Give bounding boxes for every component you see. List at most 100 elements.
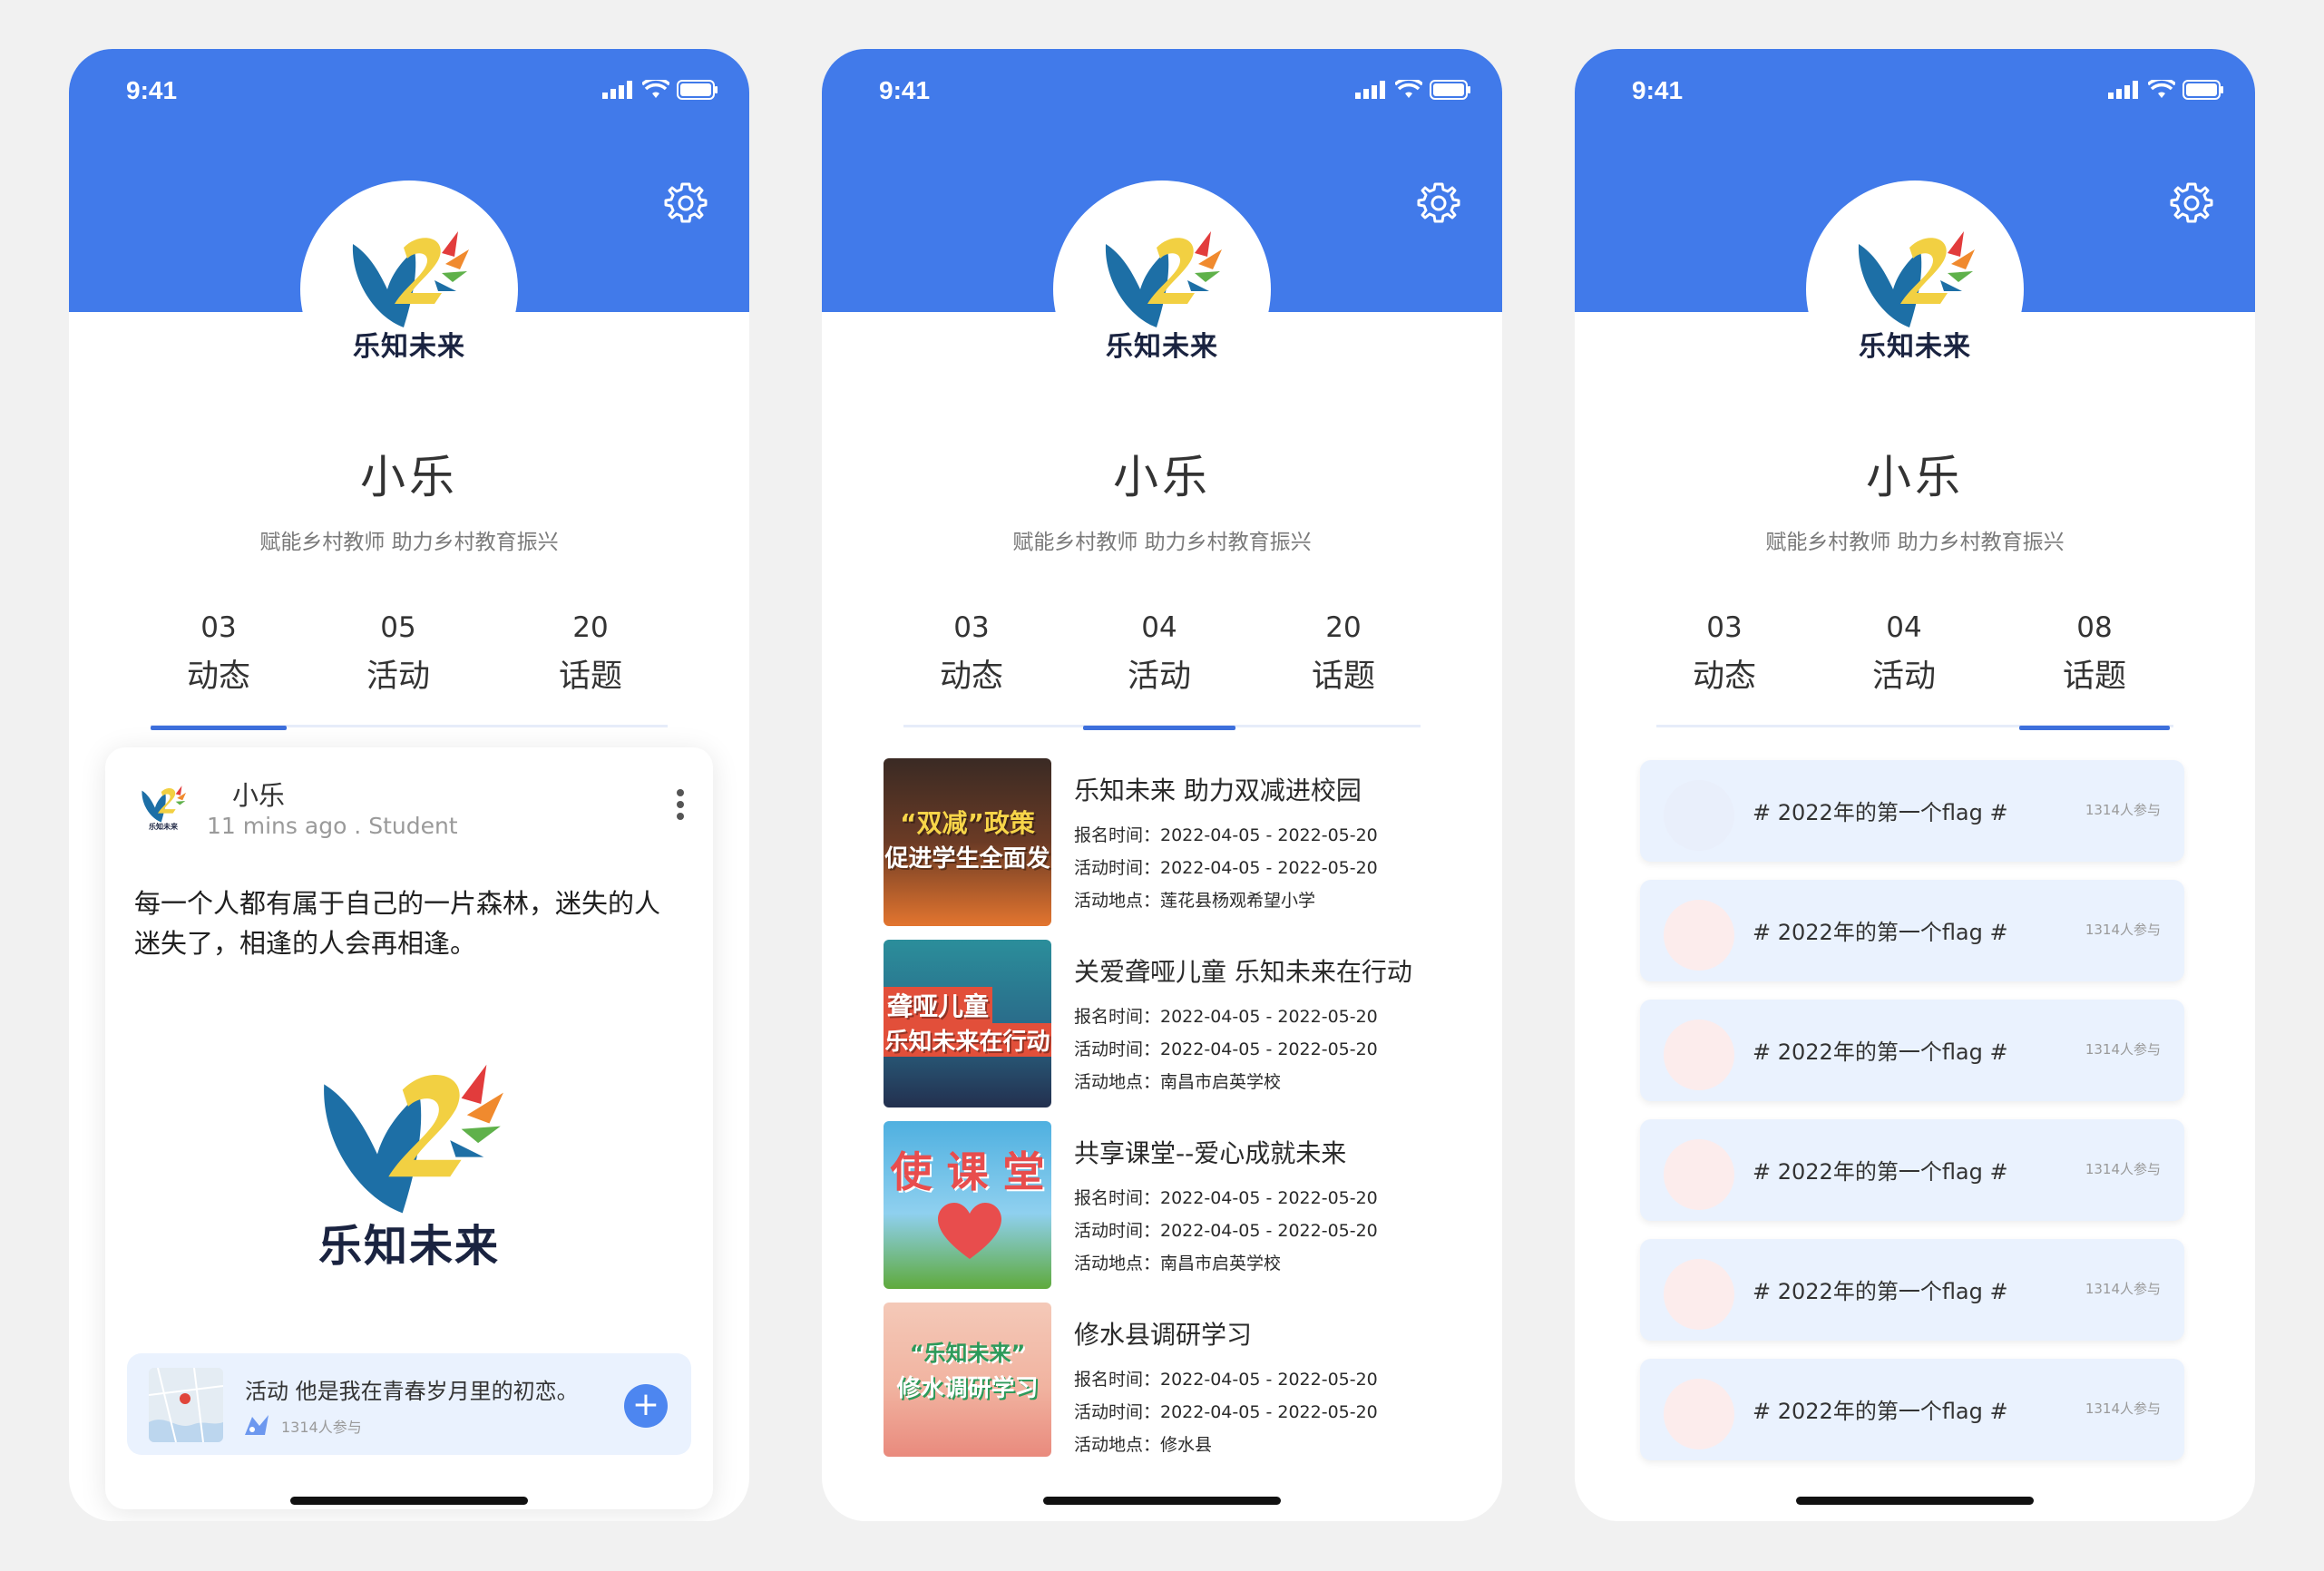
profile-tabs: 03 动态 04 活动 20 话题 — [903, 610, 1421, 730]
tab-posts-label: 动态 — [186, 659, 250, 695]
post-meta: 11 mins ago . Student — [207, 813, 458, 839]
more-options-icon[interactable] — [677, 789, 686, 825]
profile-motto: 赋能乡村教师 助力乡村教育振兴 — [1012, 531, 1312, 554]
activity-image-text: 使 课 堂 — [890, 1147, 1045, 1196]
topic-participants: 1314人参与 — [2085, 802, 2161, 818]
tab-topics-label: 话题 — [1311, 659, 1375, 695]
wifi-icon — [642, 80, 669, 98]
avatar[interactable]: 乐知未来 — [300, 181, 518, 398]
tab-active-underline — [2019, 726, 2170, 730]
signal-icon — [602, 81, 632, 99]
activity-title: 共享课堂--爱心成就未来 — [1074, 1138, 1347, 1168]
tab-posts-label: 动态 — [1692, 659, 1756, 695]
topic-item[interactable]: # 2022年的第一个flag # 1314人参与 — [1640, 1000, 2184, 1101]
add-button[interactable]: + — [624, 1384, 668, 1428]
battery-icon — [677, 80, 718, 100]
settings-gear-icon[interactable] — [2169, 181, 2214, 226]
topic-item[interactable]: # 2022年的第一个flag # 1314人参与 — [1640, 880, 2184, 981]
post-author-avatar[interactable]: 乐知未来 — [140, 784, 187, 831]
profile-name: 小乐 — [1866, 451, 1964, 503]
logo-mark-icon — [1858, 231, 1975, 327]
topic-item[interactable]: # 2022年的第一个flag # 1314人参与 — [1640, 760, 2184, 862]
tab-activities[interactable]: 04 活动 — [1083, 610, 1235, 730]
post-author-name: 小乐 — [232, 780, 286, 811]
tab-posts-count: 03 — [1706, 611, 1743, 644]
tab-topics[interactable]: 08 话题 — [2019, 610, 2170, 730]
tab-activities-label: 活动 — [1871, 659, 1936, 695]
status-time: 9:41 — [879, 76, 931, 104]
post-text: 每一个人都有属于自己的一片森林，迷失的人迷失了，相逢的人会再相逢。 — [134, 888, 661, 959]
topic-avatar — [1664, 1379, 1734, 1449]
logo-mark-icon — [1105, 231, 1222, 327]
activity-image: 使 课 堂 — [884, 1121, 1051, 1289]
post-card[interactable]: 乐知未来 小乐 11 mins ago . Student 每一个人都有属于自己… — [105, 747, 713, 1509]
tab-topics-count: 20 — [572, 611, 609, 644]
topic-avatar — [1664, 1020, 1734, 1090]
profile-motto: 赋能乡村教师 助力乡村教育振兴 — [1765, 531, 2065, 554]
activity-image-text: “乐知未来” — [909, 1341, 1026, 1366]
wifi-icon — [2148, 80, 2175, 98]
topic-participants: 1314人参与 — [2085, 922, 2161, 938]
topic-title: # 2022年的第一个flag # — [1753, 1159, 2008, 1185]
topic-item[interactable]: # 2022年的第一个flag # 1314人参与 — [1640, 1239, 2184, 1341]
activity-image-text: 聋哑儿童 — [884, 987, 992, 1023]
tab-posts-count: 03 — [200, 611, 237, 644]
topic-title: # 2022年的第一个flag # — [1753, 1039, 2008, 1065]
settings-gear-icon[interactable] — [1416, 181, 1461, 226]
tab-posts[interactable]: 03 动态 — [1656, 610, 1792, 702]
activity-image: 聋哑儿童 乐知未来在行动 — [884, 940, 1051, 1108]
logo-mark-icon — [142, 786, 187, 823]
tab-topics[interactable]: 20 话题 — [522, 610, 659, 702]
participant-count: 1314人参与 — [281, 1419, 362, 1436]
activity-time: 活动时间：2022-04-05 - 2022-05-20 — [1074, 1221, 1378, 1241]
tab-topics-label: 话题 — [2062, 659, 2126, 695]
activity-text: 活动 他是我在青春岁月里的初恋。 — [245, 1379, 579, 1404]
heart-icon — [938, 1203, 1001, 1259]
activity-signup-time: 报名时间：2022-04-05 - 2022-05-20 — [1074, 1188, 1378, 1208]
activity-place: 活动地点：南昌市启英学校 — [1074, 1254, 1282, 1273]
phone-screen-posts: 9:41 乐知未来 小乐 赋能乡村教师 助力乡村教育振兴 03 动态 05 活动 — [69, 49, 749, 1521]
activity-item[interactable]: “双减”政策 促进学生全面发 乐知未来 助力双减进校园 报名时间：2022-04… — [884, 758, 1446, 927]
activity-signup-time: 报名时间：2022-04-05 - 2022-05-20 — [1074, 1370, 1378, 1390]
avatar[interactable]: 乐知未来 — [1806, 181, 2024, 398]
status-time: 9:41 — [1632, 76, 1684, 104]
brand-name: 乐知未来 — [353, 331, 465, 363]
status-icons — [602, 80, 718, 100]
battery-icon — [1430, 80, 1470, 100]
topic-title: # 2022年的第一个flag # — [1753, 920, 2008, 945]
topic-item[interactable]: # 2022年的第一个flag # 1314人参与 — [1640, 1359, 2184, 1460]
avatar[interactable]: 乐知未来 — [1053, 181, 1271, 398]
activity-item[interactable]: 聋哑儿童 乐知未来在行动 关爱聋哑儿童 乐知未来在行动 报名时间：2022-04… — [884, 940, 1446, 1108]
tab-activities[interactable]: 04 活动 — [1836, 610, 1972, 702]
activity-item[interactable]: “乐知未来” 修水调研学习 修水县调研学习 报名时间：2022-04-05 - … — [884, 1303, 1446, 1471]
activity-title: 修水县调研学习 — [1074, 1320, 1253, 1350]
home-indicator — [1043, 1497, 1281, 1505]
tab-activities-count: 05 — [380, 611, 416, 644]
activity-image: “乐知未来” 修水调研学习 — [884, 1303, 1051, 1457]
activity-image-text: 修水调研学习 — [896, 1375, 1039, 1402]
topic-item[interactable]: # 2022年的第一个flag # 1314人参与 — [1640, 1119, 2184, 1221]
tab-posts[interactable]: 03 动态 — [903, 610, 1040, 702]
tab-active-underline — [151, 726, 287, 730]
tab-activities-count: 04 — [1886, 611, 1922, 644]
home-indicator — [290, 1497, 528, 1505]
activity-image-text: “双减”政策 — [900, 808, 1035, 838]
topic-participants: 1314人参与 — [2085, 1400, 2161, 1417]
tab-activities-count: 04 — [1141, 611, 1177, 644]
topic-avatar — [1664, 780, 1734, 851]
battery-icon — [2182, 80, 2223, 100]
topic-title: # 2022年的第一个flag # — [1753, 1279, 2008, 1304]
tab-activities[interactable]: 05 活动 — [330, 610, 466, 702]
phone-screen-activities: 9:41 乐知未来 小乐 赋能乡村教师 助力乡村教育振兴 03 动态 04 活动 — [822, 49, 1502, 1521]
map-icon — [149, 1368, 223, 1442]
topic-title: # 2022年的第一个flag # — [1753, 800, 2008, 825]
tab-topics[interactable]: 20 话题 — [1275, 610, 1411, 702]
tab-posts[interactable]: 03 动态 — [151, 610, 287, 730]
activity-place: 活动地点：莲花县杨观希望小学 — [1074, 891, 1316, 911]
settings-gear-icon[interactable] — [663, 181, 708, 226]
topic-avatar — [1664, 1139, 1734, 1210]
map-thumbnail — [149, 1368, 223, 1442]
post-linked-activity[interactable]: 活动 他是我在青春岁月里的初恋。 1314人参与 + — [127, 1353, 691, 1455]
activity-item[interactable]: 使 课 堂 共享课堂--爱心成就未来 报名时间：2022-04-05 - 202… — [884, 1121, 1446, 1290]
topic-avatar — [1664, 900, 1734, 971]
